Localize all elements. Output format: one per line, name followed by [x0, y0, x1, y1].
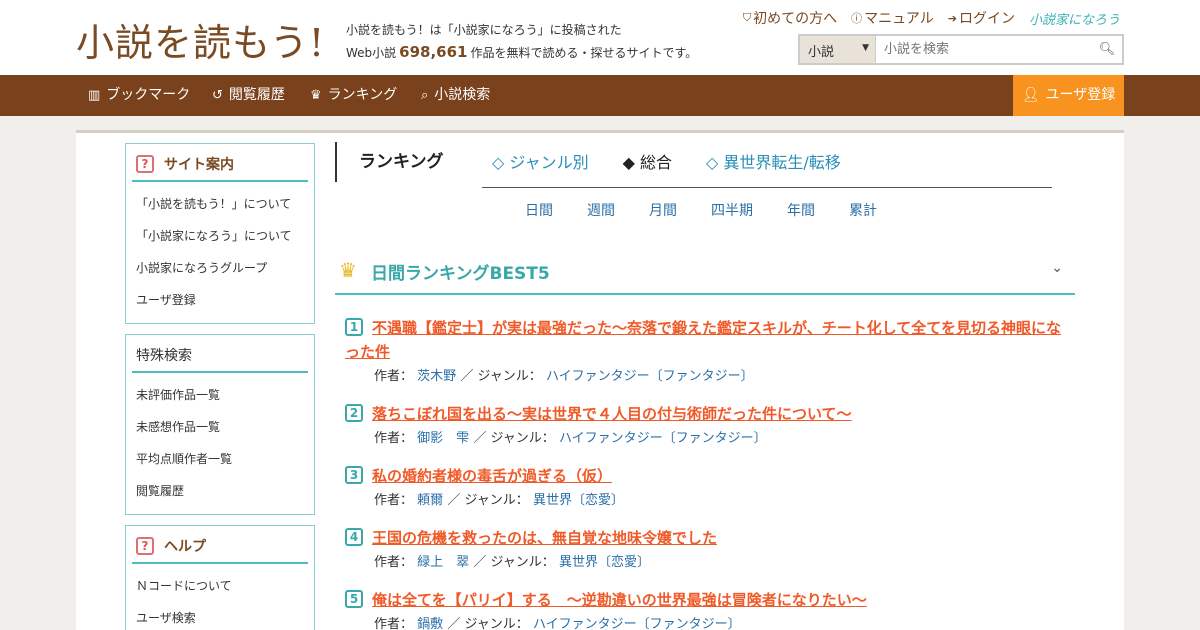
question-icon: ? — [136, 537, 154, 555]
sidebar-item-about-narou[interactable]: 「小説家になろう」について — [136, 220, 314, 252]
ranking-entry: 2 落ちこぼれ国を出る〜実は世界で４人目の付与術師だった件について〜 作者： 御… — [345, 402, 1075, 446]
site-guide-box: ? サイト案内 「小説を読もう！」について 「小説家になろう」について 小説家にな… — [125, 143, 315, 324]
period-yearly[interactable]: 年間 — [787, 200, 815, 220]
author-link[interactable]: 頼爾 — [417, 493, 443, 508]
nav-bookmark[interactable]: ▥ ブックマーク — [88, 75, 190, 116]
rank-number-badge: 1 — [345, 318, 363, 336]
period-quarterly[interactable]: 四半期 — [711, 200, 753, 220]
search-box: 小説▼ 🔍︎ — [798, 34, 1124, 65]
period-monthly[interactable]: 月間 — [649, 200, 677, 220]
bookmark-icon: ▥ — [88, 88, 101, 103]
site-logo[interactable]: 小説を読もう! — [76, 12, 325, 67]
ranking-entry: 1 不遇職【鑑定士】が実は最強だった〜奈落で鍛えた鑑定スキルが、チート化して全て… — [345, 316, 1075, 384]
special-search-title: 特殊検索 — [132, 341, 308, 373]
site-guide-title: ? サイト案内 — [132, 150, 308, 182]
entry-meta: 作者： 茨木野 ／ ジャンル： ハイファンタジー〔ファンタジー〕 — [374, 369, 754, 384]
sidebar-item-ncode[interactable]: Ｎコードについて — [136, 570, 314, 602]
crown-icon: ♛ — [339, 258, 357, 282]
crown-icon: ♛ — [310, 88, 322, 103]
ranking-heading: ランキング — [335, 142, 444, 182]
sidebar-item-no-reviews[interactable]: 未感想作品一覧 — [136, 411, 314, 443]
genre-link[interactable]: ハイファンタジー〔ファンタジー〕 — [533, 617, 741, 630]
beginners-link[interactable]: ⛉ 初めての方へ — [743, 8, 837, 28]
sidebar-item-narou-group[interactable]: 小説家になろうグループ — [136, 252, 314, 284]
tab-overall[interactable]: ◆ 総合 — [623, 142, 672, 186]
genre-link[interactable]: ハイファンタジー〔ファンタジー〕 — [559, 431, 767, 446]
history-icon: ↺ — [212, 88, 223, 103]
question-circle-icon: ⓘ — [851, 12, 863, 25]
ranking-entry: 5 俺は全てを【パリイ】する 〜逆勘違いの世界最強は冒険者になりたい〜 作者： … — [345, 588, 1075, 630]
search-input[interactable] — [876, 36, 1092, 63]
period-total[interactable]: 累計 — [849, 200, 877, 220]
best5-title: 日間ランキングBEST5 — [371, 264, 550, 284]
search-icon: ⌕ — [421, 88, 429, 103]
sidebar-item-history[interactable]: 閲覧履歴 — [136, 475, 314, 507]
search-icon: 🔍︎ — [1098, 42, 1116, 57]
help-box: ? ヘルプ Ｎコードについて ユーザ検索 — [125, 525, 315, 630]
ranking-tabs: ◇ ジャンル別 ◆ 総合 ◇ 異世界転生/転移 — [492, 142, 875, 186]
genre-link[interactable]: 異世界〔恋愛〕 — [559, 555, 650, 570]
novel-title-link[interactable]: 不遇職【鑑定士】が実は最強だった〜奈落で鍛えた鑑定スキルが、チート化して全てを見… — [345, 316, 1075, 364]
tagline-pre: Web小説 — [346, 46, 397, 60]
sidebar-item-avg-authors[interactable]: 平均点順作者一覧 — [136, 443, 314, 475]
author-link[interactable]: 緑上 翠 — [417, 555, 469, 570]
shield-icon: ⛉ — [742, 11, 752, 24]
rank-number-badge: 2 — [345, 404, 363, 422]
ranking-entry: 3 私の婚約者様の毒舌が過ぎる（仮） 作者： 頼爾 ／ ジャンル： 異世界〔恋愛… — [345, 464, 1075, 508]
question-icon: ? — [136, 155, 154, 173]
tab-genre[interactable]: ◇ ジャンル別 — [492, 142, 589, 186]
sidebar-item-unrated[interactable]: 未評価作品一覧 — [136, 379, 314, 411]
nav-history[interactable]: ↺ 閲覧履歴 — [212, 75, 285, 116]
novel-title-link[interactable]: 落ちこぼれ国を出る〜実は世界で４人目の付与術師だった件について〜 — [345, 402, 1075, 426]
register-button[interactable]: 👤︎ ユーザ登録 — [1013, 75, 1124, 116]
novel-count: 698,661 — [399, 43, 468, 61]
author-link[interactable]: 茨木野 — [417, 369, 456, 384]
tab-isekai[interactable]: ◇ 異世界転生/転移 — [706, 142, 841, 186]
period-weekly[interactable]: 週間 — [587, 200, 615, 220]
entry-meta: 作者： 頼爾 ／ ジャンル： 異世界〔恋愛〕 — [374, 493, 624, 508]
daily-best5-header[interactable]: ♛ 日間ランキングBEST5 ⌄ — [335, 250, 1075, 295]
period-daily[interactable]: 日間 — [525, 200, 553, 220]
nav-search[interactable]: ⌕ 小説検索 — [421, 75, 490, 116]
login-link[interactable]: ➔ ログイン — [948, 8, 1015, 28]
genre-link[interactable]: 異世界〔恋愛〕 — [533, 493, 624, 508]
sidebar-item-user-search[interactable]: ユーザ検索 — [136, 602, 314, 630]
main-nav: ▥ ブックマーク ↺ 閲覧履歴 ♛ ランキング ⌕ 小説検索 👤︎ ユーザ登録 — [0, 75, 1200, 116]
site-tagline: 小説を読もう！は「小説家になろう」に投稿された Web小説 698,661 作品を無… — [346, 19, 697, 64]
top-links: ⛉ 初めての方へ ⓘ マニュアル ➔ ログイン 小説家になろう — [743, 8, 1120, 28]
sidebar-item-register[interactable]: ユーザ登録 — [136, 284, 314, 316]
author-link[interactable]: 御影 雫 — [417, 431, 469, 446]
entry-meta: 作者： 鍋敷 ／ ジャンル： ハイファンタジー〔ファンタジー〕 — [374, 617, 741, 630]
author-link[interactable]: 鍋敷 — [417, 617, 443, 630]
period-links: 日間 週間 月間 四半期 年間 累計 — [525, 200, 911, 220]
novel-title-link[interactable]: 王国の危機を救ったのは、無自覚な地味令嬢でした — [345, 526, 1075, 550]
entry-meta: 作者： 緑上 翠 ／ ジャンル： 異世界〔恋愛〕 — [374, 555, 650, 570]
genre-link[interactable]: ハイファンタジー〔ファンタジー〕 — [546, 369, 754, 384]
nav-ranking[interactable]: ♛ ランキング — [310, 75, 397, 116]
search-button[interactable]: 🔍︎ — [1092, 36, 1122, 63]
novel-title-link[interactable]: 俺は全てを【パリイ】する 〜逆勘違いの世界最強は冒険者になりたい〜 — [345, 588, 1075, 612]
search-category-select[interactable]: 小説 ▼ — [800, 36, 876, 63]
user-icon: 👤︎ — [1021, 87, 1040, 103]
tagline-line2: Web小説 698,661 作品を無料で読める・探せるサイトです。 — [346, 41, 697, 64]
tagline-line1: 小説を読もう！は「小説家になろう」に投稿された — [346, 23, 622, 37]
special-search-box: 特殊検索 未評価作品一覧 未感想作品一覧 平均点順作者一覧 閲覧履歴 — [125, 334, 315, 515]
narou-brand-logo[interactable]: 小説家になろう — [1029, 8, 1120, 28]
site-header: 小説を読もう! 小説を読もう！は「小説家になろう」に投稿された Web小説 698… — [0, 0, 1200, 75]
caret-down-icon: ▼ — [862, 43, 869, 53]
sidebar-item-about-yomou[interactable]: 「小説を読もう！」について — [136, 188, 314, 220]
tabs-divider — [482, 187, 1052, 188]
rank-number-badge: 3 — [345, 466, 363, 484]
rank-number-badge: 5 — [345, 590, 363, 608]
login-icon: ➔ — [947, 11, 957, 25]
help-title: ? ヘルプ — [132, 532, 308, 564]
manual-link[interactable]: ⓘ マニュアル — [851, 8, 934, 28]
ranking-entry: 4 王国の危機を救ったのは、無自覚な地味令嬢でした 作者： 緑上 翠 ／ ジャン… — [345, 526, 1075, 570]
rank-number-badge: 4 — [345, 528, 363, 546]
entry-meta: 作者： 御影 雫 ／ ジャンル： ハイファンタジー〔ファンタジー〕 — [374, 431, 767, 446]
novel-title-link[interactable]: 私の婚約者様の毒舌が過ぎる（仮） — [345, 464, 1075, 488]
tagline-post: 作品を無料で読める・探せるサイトです。 — [470, 46, 698, 60]
chevron-down-icon[interactable]: ⌄ — [1051, 260, 1063, 276]
